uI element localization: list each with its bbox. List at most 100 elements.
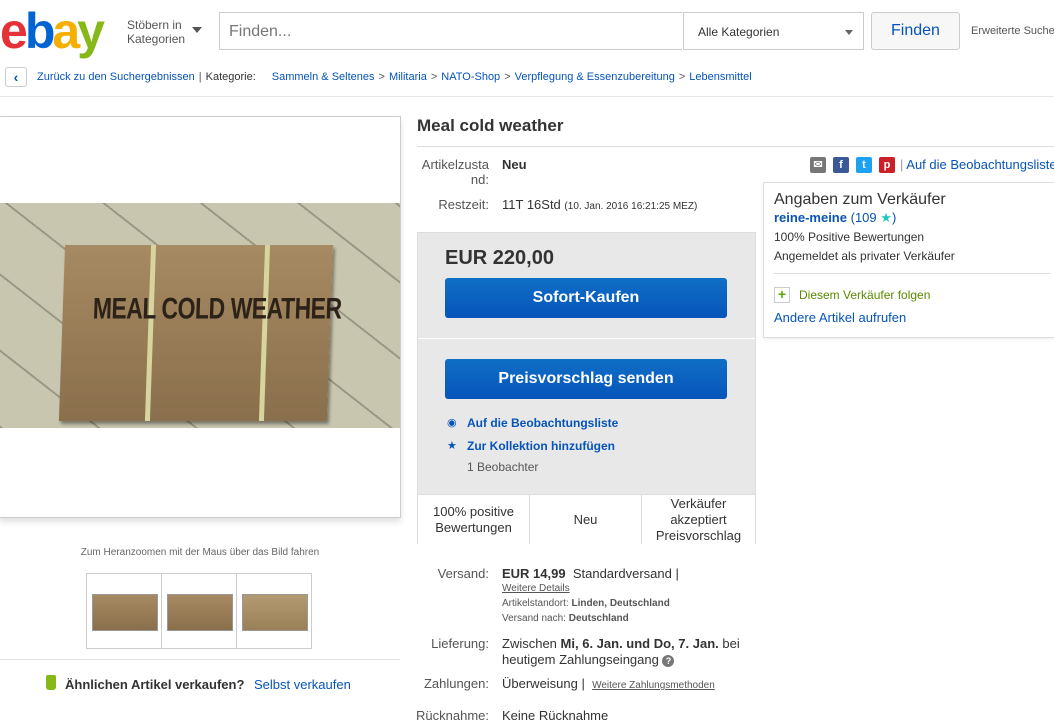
back-arrow-icon[interactable]: ‹ [5,67,27,87]
watchlist-link-top: | Auf die Beobachtungsliste [900,157,1054,172]
plus-icon[interactable]: + [774,287,790,303]
shipping-type: Standardversand | [572,566,679,581]
thumbnail-image [92,594,158,631]
help-icon[interactable]: ? [662,654,675,667]
email-icon[interactable]: ✉ [810,157,826,173]
main-product-image[interactable]: MEAL COLD WEATHER [0,203,400,428]
box-strap [258,245,271,421]
ebay-logo[interactable]: ebay [0,6,105,56]
breadcrumb-item[interactable]: Verpflegung & Essenzubereitung [515,71,675,83]
shipping-details-link[interactable]: Weitere Details [502,583,570,594]
sell-similar-label: Ähnlichen Artikel verkaufen? [65,677,245,692]
price: EUR 220,00 [445,247,554,269]
watchlist-link[interactable]: Auf die Beobachtungsliste [467,416,618,430]
seller-positive: 100% Positive Bewertungen [774,230,925,244]
item-title: Meal cold weather [417,116,564,135]
feedback-close: ) [891,210,897,225]
item-location-label: Artikelstandort: [502,598,569,609]
dropdown-arrow-icon [845,30,853,35]
thumbnail[interactable] [161,573,237,649]
condition-label-line: nd: [470,172,489,187]
delivery-value: Zwischen Mi, 6. Jan. und Do, 7. Jan. bei [502,636,740,651]
search-input[interactable]: Finden... [219,12,682,50]
condition-label: Artikelzusta nd: [412,157,489,187]
feature-positive-feedback: 100% positive Bewertungen [418,495,530,544]
ship-to-value: Deutschland [568,613,629,624]
watchers-count: 1 Beobachter [467,460,539,474]
breadcrumb-arrow: > [678,71,686,83]
buy-now-button[interactable]: Sofort-Kaufen [445,278,727,318]
breadcrumb-item[interactable]: NATO-Shop [441,71,500,83]
payment-label: Zahlungen: [423,676,489,691]
thumbnail[interactable] [236,573,312,649]
seller-name-link[interactable]: reine-meine [774,210,847,225]
divider [0,96,1054,97]
zoom-hint: Zum Heranzoomen mit der Maus über das Bi… [80,547,320,558]
breadcrumb-separator: | [198,71,202,83]
feature-condition: Neu [530,495,642,544]
feature-accepts-offers: Verkäufer akzeptiert Preisvorschlag [655,495,742,543]
breadcrumb-item[interactable]: Militaria [389,71,427,83]
add-to-watchlist-link[interactable]: Auf die Beobachtungsliste [906,157,1054,172]
follow-seller-link[interactable]: Diesem Verkäufer folgen [799,288,930,302]
divider [417,146,1054,147]
box-label: MEAL COLD WEATHER [92,290,343,325]
breadcrumb-arrow: > [378,71,385,83]
add-to-collection-link[interactable]: Zur Kollektion hinzufügen [467,439,615,453]
chevron-down-icon[interactable] [192,27,202,33]
shipping-price: EUR 14,99 [502,566,566,581]
breadcrumb-item[interactable]: Lebensmittel [689,71,751,83]
pinterest-icon[interactable]: p [879,157,895,173]
time-left-detail: (10. Jan. 2016 16:21:25 MEZ) [564,201,698,212]
find-button[interactable]: Finden [871,12,960,50]
divider [774,273,1050,274]
thumbnail-image [167,594,233,631]
category-label: Kategorie: [205,71,256,83]
advanced-search-link[interactable]: Erweiterte Suche [971,25,1054,37]
item-location: Artikelstandort: Linden, Deutschland [502,598,670,609]
time-left-label: Restzeit: [438,197,489,212]
make-offer-button[interactable]: Preisvorschlag senden [445,359,727,399]
other-items-link[interactable]: Andere Artikel aufrufen [774,310,906,325]
seller-name-line: reine-meine (109 ★) [774,210,896,226]
breadcrumb-item[interactable]: Sammeln & Seltenes [272,71,375,83]
breadcrumb-arrow: > [430,71,438,83]
shipping-label: Versand: [437,566,489,581]
delivery-dates: Mi, 6. Jan. und Do, 7. Jan. [560,636,719,651]
thumbnail-image [242,594,308,631]
browse-categories-button[interactable]: Stöbern in Kategorien [127,18,185,46]
breadcrumb: Zurück zu den Suchergebnissen | Kategorie:… [37,71,752,83]
feature-row: 100% positive Bewertungen Neu Verkäufer … [418,494,755,544]
star-icon: ★ [880,210,892,225]
payment-methods-link[interactable]: Weitere Zahlungsmethoden [592,680,715,691]
eye-icon: ◉ [447,417,457,429]
delivery-value-2: heutigem Zahlungseingang ? [502,652,675,667]
price-tag-icon [46,675,56,690]
seller-title: Angaben zum Verkäufer [774,191,946,208]
feedback-count[interactable]: 109 [855,210,877,225]
delivery-label: Lieferung: [431,636,489,651]
breadcrumb-arrow: > [504,71,511,83]
payment-value: Überweisung | Weitere Zahlungsmethoden [502,676,715,691]
time-left-remaining: 11T 16Std [502,197,561,212]
condition-label-line: Artikelzusta [421,157,489,172]
product-box: MEAL COLD WEATHER [58,245,342,421]
category-select[interactable]: Alle Kategorien [683,12,864,50]
twitter-icon[interactable]: t [856,157,872,173]
thumbnail[interactable] [86,573,162,649]
seller-registered: Angemeldet als privater Verkäufer [774,249,955,263]
star-icon: ★ [447,440,457,452]
ship-to-label: Versand nach: [502,613,566,624]
box-strap [144,245,157,421]
facebook-icon[interactable]: f [833,157,849,173]
item-location-value: Linden, Deutschland [571,598,670,609]
shipping-value: EUR 14,99 Standardversand | [502,566,679,581]
payment-method: Überweisung | [502,676,585,691]
delivery-prefix: Zwischen [502,636,557,651]
sell-yourself-link[interactable]: Selbst verkaufen [254,677,351,692]
back-to-results-link[interactable]: Zurück zu den Suchergebnissen [37,71,195,83]
divider [418,338,755,339]
ship-to: Versand nach: Deutschland [502,613,629,624]
browse-label-1: Stöbern in [127,18,182,32]
condition-value: Neu [502,157,527,172]
